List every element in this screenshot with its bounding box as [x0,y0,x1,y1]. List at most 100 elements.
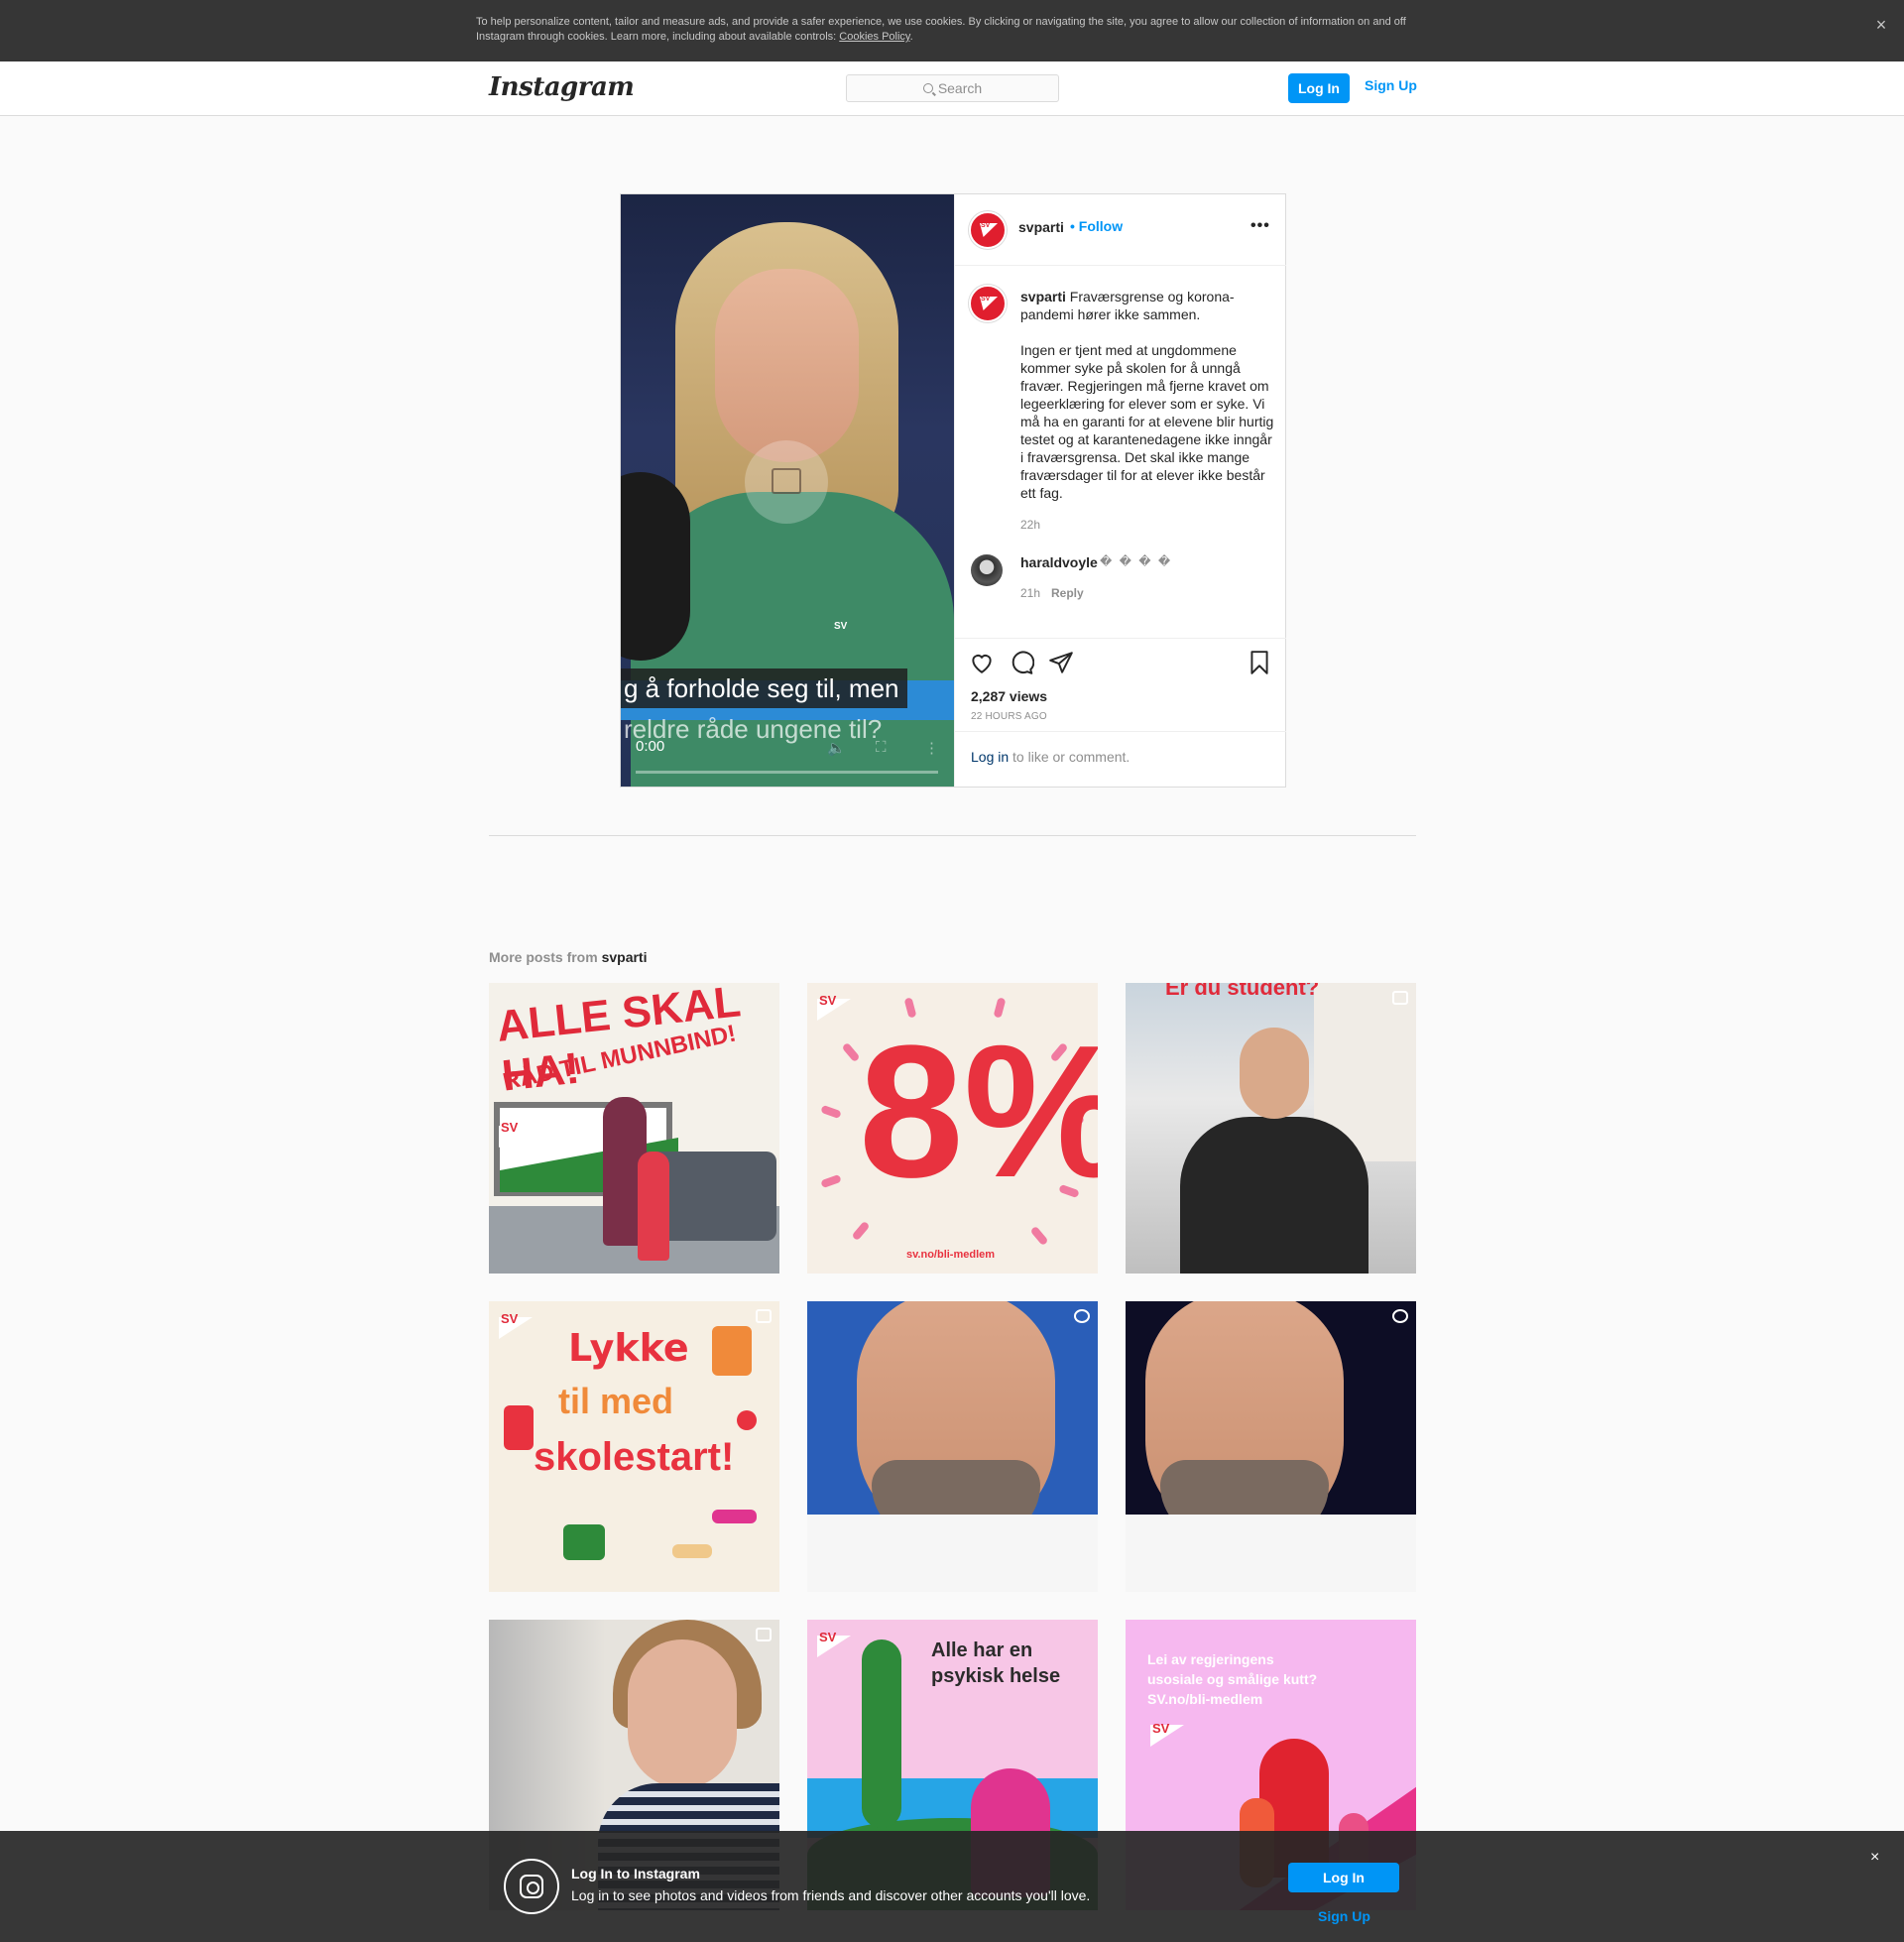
tile-art [841,1041,861,1063]
caption-avatar[interactable]: SV [969,285,1007,322]
tag-icon [672,1544,712,1558]
login-prompt-text: Log in to see photos and videos from fri… [571,1887,1091,1903]
tile-art [807,1515,1098,1592]
caption-username[interactable]: svparti [1020,289,1066,304]
cookie-banner: To help personalize content, tailor and … [0,0,1904,61]
comment-text: � � � � [1100,554,1173,568]
caption-text: Fraværsgrense og korona-pandemi hører ik… [1020,289,1274,501]
microphone [621,472,690,661]
cookies-policy-link[interactable]: Cookies Policy [839,31,909,43]
volume-icon[interactable]: 🔈 [827,739,846,757]
cookie-suffix: . [909,31,913,43]
video-icon [756,1628,772,1641]
view-count: 2,287 views [971,688,1048,704]
fullscreen-icon[interactable]: ⛶ [876,739,887,756]
sv-logo-icon: SV [499,1120,533,1148]
post-username[interactable]: svparti [1018,219,1064,235]
search-icon [922,83,933,93]
post-card: SV g å forholde seg til, men reldre råde… [620,193,1286,788]
close-icon[interactable]: × [1870,14,1892,36]
avatar-label: SV [981,222,991,229]
instagram-logo-icon [504,1859,559,1914]
avatar[interactable]: SV [969,211,1007,249]
tile-art [1180,1117,1368,1274]
sv-logo-icon: SV [834,621,848,632]
sv-logo-icon: SV [1150,1719,1184,1747]
close-icon[interactable]: × [1870,1849,1879,1867]
comment-icon[interactable] [1009,650,1034,675]
video-options-icon[interactable]: ⋮ [924,739,939,757]
tile-text-line2: til med [558,1381,674,1421]
igtv-icon [1392,1309,1408,1323]
tile-art [1029,1225,1049,1247]
login-button[interactable]: Log In [1288,1863,1399,1892]
post-tile-6[interactable] [1126,1301,1416,1592]
sv-logo-icon: SV [499,1311,533,1339]
tile-art [628,1639,737,1788]
signup-link[interactable]: Sign Up [1318,1908,1370,1924]
tile-art [1240,1028,1309,1119]
post-tile-4[interactable]: Lykke til med skolestart! SV [489,1301,779,1592]
video-person-face [715,269,859,462]
post-actions: 2,287 views 22 HOURS AGO [955,638,1286,733]
post-tile-2[interactable]: 8% sv.no/bli-medlem SV [807,983,1098,1274]
sv-logo-icon: SV [817,993,851,1021]
search-input[interactable]: Search [846,74,1059,102]
search-placeholder: Search [937,80,983,96]
tile-art [1126,1515,1416,1592]
login-link[interactable]: Log in [971,749,1009,765]
comment-avatar[interactable] [971,554,1003,586]
more-options-icon[interactable]: ••• [1250,217,1270,235]
login-prompt-bar: Log In to Instagram Log in to see photos… [0,1831,1904,1942]
play-button[interactable] [745,440,828,524]
tile-art [638,1152,669,1261]
post-tile-5[interactable] [807,1301,1098,1592]
post-tile-3[interactable]: Er du student? [1126,983,1416,1274]
instagram-logo[interactable]: Instagram [489,72,635,102]
tile-headline: Lei av regjeringens usosiale og smålige … [1147,1651,1318,1707]
apple-icon [737,1410,757,1430]
video-icon [1392,991,1408,1005]
sv-logo-icon: SV [817,1630,851,1657]
video-time: 0:00 [636,738,665,755]
more-posts-prefix: More posts from [489,949,602,965]
video-progress-bar[interactable] [636,771,938,774]
more-posts-username[interactable]: svparti [602,949,648,965]
tile-art [862,1639,901,1828]
bookmark-icon[interactable] [1247,650,1272,675]
tile-art [820,1104,842,1120]
share-icon[interactable] [1048,650,1074,675]
post-timestamp: 22 HOURS AGO [971,711,1047,722]
signup-link[interactable]: Sign Up [1365,77,1417,93]
tile-text-line3: skolestart! [534,1435,735,1479]
cookie-message: To help personalize content, tailor and … [476,16,1406,43]
top-nav: Instagram Search Log In Sign Up [0,61,1904,116]
tile-art [820,1173,842,1189]
broken-image-icon [772,468,801,494]
post-video[interactable]: SV g å forholde seg til, men reldre råde… [621,194,954,787]
book-icon [504,1405,534,1450]
post-sidebar: SV svparti • Follow ••• SV svparti Fravæ… [954,194,1286,787]
comment-username[interactable]: haraldvoyle [1020,554,1098,570]
login-to-comment: Log in to like or comment. [955,731,1286,787]
tile-headline: 8% [859,1007,1098,1217]
login-suffix: to like or comment. [1009,749,1130,765]
post-header: SV svparti • Follow ••• [955,194,1286,266]
follow-button[interactable]: • Follow [1070,218,1123,234]
video-subtitle-line1: g å forholde seg til, men [621,668,907,708]
pencilcase-icon [712,1510,757,1523]
tile-text-line1: Lykke [568,1326,689,1370]
caption-time: 22h [1020,518,1041,532]
lunchbox-icon [563,1524,605,1560]
tile-headline: Er du student? [1165,983,1320,1000]
igtv-icon [1074,1309,1090,1323]
reply-button[interactable]: Reply [1051,586,1084,600]
carousel-icon [756,1309,772,1323]
cookie-text: To help personalize content, tailor and … [476,15,1408,45]
post-tile-1[interactable]: ALLE SKAL HA! RÅD TIL MUNNBIND! SV [489,983,779,1274]
avatar-label: SV [981,296,991,303]
login-button[interactable]: Log In [1288,73,1350,103]
heart-icon[interactable] [969,650,995,675]
more-posts-title: More posts from svparti [489,949,648,965]
comment-time: 21h [1020,586,1041,600]
